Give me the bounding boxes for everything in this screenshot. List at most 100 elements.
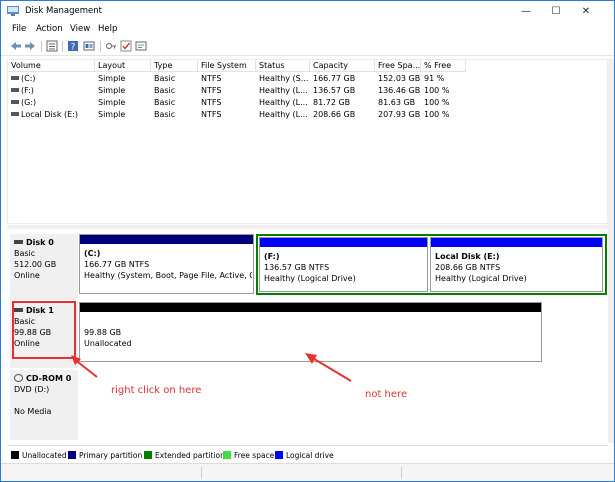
minimize-button[interactable]: — — [511, 1, 541, 22]
percent-free-cell: 100 % — [424, 98, 450, 107]
status-bar-divider — [201, 467, 202, 479]
type-cell: Basic — [154, 98, 176, 107]
column-header-capacity[interactable]: Capacity — [310, 60, 375, 72]
disk-management-app-icon — [7, 6, 19, 16]
checkmark-icon[interactable] — [120, 40, 132, 52]
menu-help[interactable]: Help — [98, 24, 117, 34]
unallocated-space[interactable]: 99.88 GB Unallocated — [79, 302, 542, 362]
column-header-free-space[interactable]: Free Spa... — [375, 60, 421, 72]
logical-drive-stripe — [431, 238, 602, 247]
toolbar-separator — [41, 41, 42, 52]
partition-e[interactable]: Local Disk (E:) 208.66 GB NTFS Healthy (… — [430, 237, 603, 292]
legend-item: Unallocated — [11, 451, 67, 460]
disk-0-size: 512.00 GB — [14, 260, 57, 269]
legend-item: Primary partition — [68, 451, 142, 460]
free-space-cell: 207.93 GB — [378, 110, 421, 119]
volume-name: (G:) — [21, 98, 37, 107]
maximize-button[interactable]: ☐ — [541, 1, 571, 22]
percent-free-cell: 100 % — [424, 110, 450, 119]
disk-icon — [14, 239, 23, 244]
disk-0-label[interactable]: Disk 0 Basic 512.00 GB Online — [10, 234, 78, 300]
primary-partition-stripe — [80, 235, 253, 244]
capacity-cell: 166.77 GB — [313, 74, 356, 83]
volume-name: (C:) — [21, 74, 36, 83]
layout-cell: Simple — [98, 98, 126, 107]
drive-icon — [11, 87, 19, 92]
partition-c-status: Healthy (System, Boot, Page File, Active… — [84, 271, 252, 280]
key-icon[interactable] — [105, 40, 117, 52]
close-button[interactable]: ✕ — [571, 1, 601, 22]
volume-cell: Local Disk (E:) — [8, 109, 95, 121]
legend-swatch — [68, 451, 76, 459]
annotation-not-here: not here — [365, 389, 408, 400]
legend: Unallocated Primary partition Extended p… — [7, 445, 608, 463]
cdrom-0-media: No Media — [14, 407, 52, 416]
column-header-file-system[interactable]: File System — [198, 60, 256, 72]
svg-text:?: ? — [71, 43, 76, 53]
disk-management-window: Disk Management — ☐ ✕ File Action View H… — [0, 0, 615, 482]
type-cell: Basic — [154, 74, 176, 83]
pane-splitter[interactable] — [7, 225, 614, 229]
column-header-volume[interactable]: Volume — [8, 60, 95, 72]
legend-label: Unallocated — [22, 451, 67, 460]
column-header-layout[interactable]: Layout — [95, 60, 151, 72]
table-row[interactable]: (F:) Simple Basic NTFS Healthy (L... 136… — [8, 85, 608, 97]
cdrom-0-label[interactable]: CD-ROM 0 DVD (D:) No Media — [10, 370, 78, 440]
list-view-icon[interactable] — [46, 40, 58, 52]
volume-name: Local Disk (E:) — [21, 110, 78, 119]
file-system-cell: NTFS — [201, 98, 222, 107]
table-row[interactable]: Local Disk (E:) Simple Basic NTFS Health… — [8, 109, 608, 121]
forward-arrow-icon[interactable] — [24, 40, 36, 52]
window-title: Disk Management — [25, 6, 102, 16]
drive-icon — [11, 75, 19, 80]
toolbar-separator — [100, 41, 101, 52]
vertical-scrollbar[interactable] — [608, 59, 614, 443]
status-cell: Healthy (L... — [259, 86, 308, 95]
disk-map: Disk 0 Basic 512.00 GB Online (C:) 166.7… — [7, 231, 608, 443]
partition-f[interactable]: (F:) 136.57 GB NTFS Healthy (Logical Dri… — [259, 237, 428, 292]
logical-drive-stripe — [260, 238, 427, 247]
help-icon[interactable]: ? — [67, 40, 79, 52]
menu-file[interactable]: File — [12, 24, 26, 34]
percent-free-cell: 91 % — [424, 74, 445, 83]
drive-icon — [11, 111, 19, 116]
volume-cell: (G:) — [8, 97, 95, 109]
file-system-cell: NTFS — [201, 110, 222, 119]
menu-view[interactable]: View — [70, 24, 90, 34]
menu-action[interactable]: Action — [36, 24, 63, 34]
highlight-box — [12, 301, 76, 359]
legend-label: Logical drive — [286, 451, 334, 460]
status-cell: Healthy (L... — [259, 98, 308, 107]
legend-swatch — [275, 451, 283, 459]
graphical-view-icon[interactable] — [83, 40, 95, 52]
partition-c[interactable]: (C:) 166.77 GB NTFS Healthy (System, Boo… — [79, 234, 254, 294]
layout-cell: Simple — [98, 74, 126, 83]
partition-f-size: 136.57 GB NTFS — [264, 263, 330, 272]
column-header-type[interactable]: Type — [151, 60, 198, 72]
status-cell: Healthy (S... — [259, 74, 309, 83]
volume-name: (F:) — [21, 86, 34, 95]
partition-f-name: (F:) — [264, 252, 280, 261]
file-system-cell: NTFS — [201, 86, 222, 95]
title-bar: Disk Management — ☐ ✕ — [1, 1, 614, 22]
properties-icon[interactable] — [135, 40, 147, 52]
layout-cell: Simple — [98, 86, 126, 95]
free-space-cell: 81.63 GB — [378, 98, 416, 107]
disk-1-partitions: 99.88 GB Unallocated — [79, 302, 544, 368]
volume-list: Volume Layout Type File System Status Ca… — [7, 59, 608, 224]
status-cell: Healthy (L... — [259, 110, 308, 119]
partition-e-name: Local Disk (E:) — [435, 252, 500, 261]
column-header-percent-free[interactable]: % Free — [421, 60, 466, 72]
unallocated-label: Unallocated — [84, 339, 132, 348]
column-header-status[interactable]: Status — [256, 60, 310, 72]
table-row[interactable]: (G:) Simple Basic NTFS Healthy (L... 81.… — [8, 97, 608, 109]
legend-item: Extended partition — [144, 451, 225, 460]
legend-item: Free space — [223, 451, 274, 460]
table-row[interactable]: (C:) Simple Basic NTFS Healthy (S... 166… — [8, 73, 608, 85]
back-arrow-icon[interactable] — [10, 40, 22, 52]
annotation-right-click: right click on here — [111, 385, 202, 396]
unallocated-stripe — [80, 303, 541, 312]
disk-0-partitions: (C:) 166.77 GB NTFS Healthy (System, Boo… — [79, 234, 607, 300]
extended-partition: (F:) 136.57 GB NTFS Healthy (Logical Dri… — [256, 234, 607, 295]
disk-0-name: Disk 0 — [26, 238, 54, 247]
